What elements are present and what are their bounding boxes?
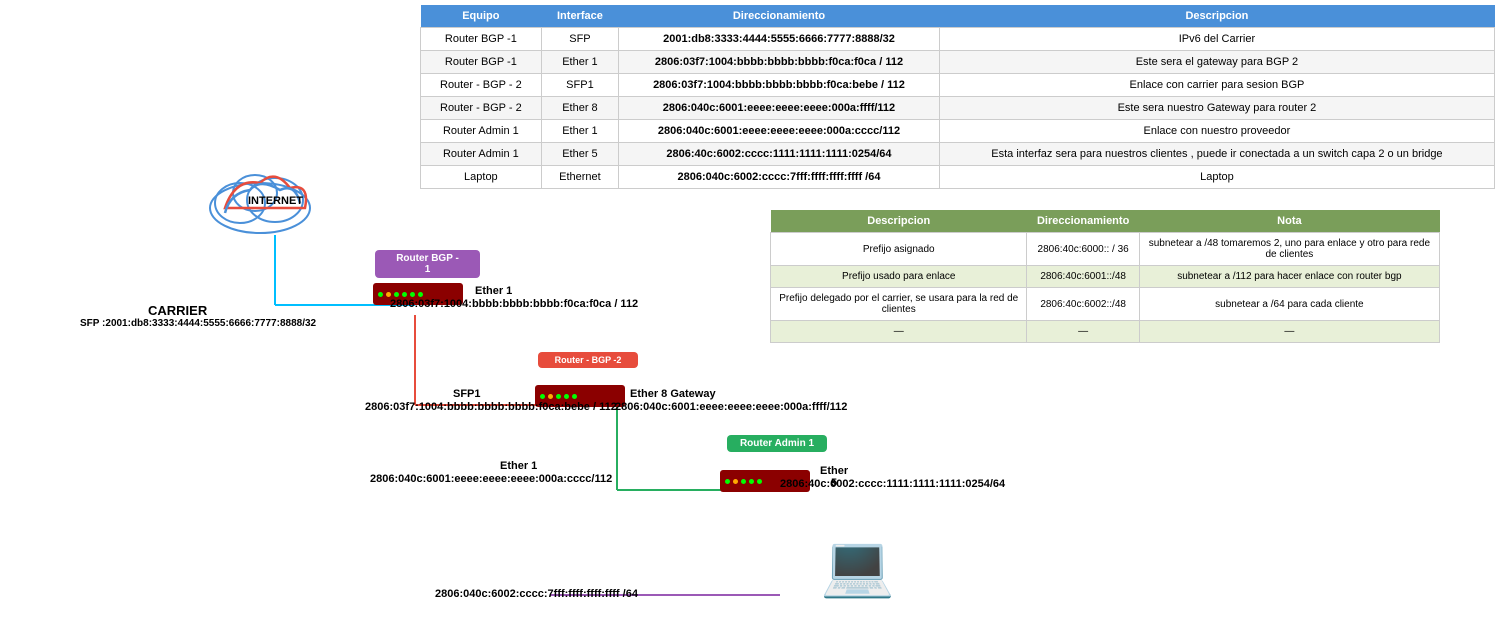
dot4 <box>402 292 407 297</box>
ether8-gateway-ip: 2806:040c:6001:eeee:eeee:eeee:000a:ffff/… <box>615 401 847 413</box>
cell-descripcion: Enlace con nuestro proveedor <box>939 120 1494 143</box>
ether1-bgp1-label: Ether 1 <box>475 285 512 297</box>
table-row: Prefijo asignado2806:40c:6000:: / 36subn… <box>771 233 1440 266</box>
cell-descripcion: Esta interfaz sera para nuestros cliente… <box>939 143 1494 166</box>
dot1 <box>378 292 383 297</box>
sfp1-bgp2-label: SFP1 <box>453 388 481 400</box>
table-row: Router BGP -1Ether 12806:03f7:1004:bbbb:… <box>421 51 1495 74</box>
router-bgp2-box: Router - BGP -2 <box>538 352 638 368</box>
cell2-direccionamiento: 2806:40c:6000:: / 36 <box>1027 233 1139 266</box>
dot2 <box>733 479 738 484</box>
cell-direccionamiento: 2001:db8:3333:4444:5555:6666:7777:8888/3… <box>619 28 940 51</box>
cell2-direccionamiento: — <box>1027 321 1139 343</box>
dot1 <box>540 394 545 399</box>
col-equipo: Equipo <box>421 5 542 28</box>
sfp1-bgp2-ip: 2806:03f7:1004:bbbb:bbbb:bbbb:f0ca:bebe … <box>365 401 617 413</box>
dot1 <box>725 479 730 484</box>
cell-equipo: Router - BGP - 2 <box>421 97 542 120</box>
dot4 <box>749 479 754 484</box>
table-row: Router - BGP - 2SFP12806:03f7:1004:bbbb:… <box>421 74 1495 97</box>
dot3 <box>741 479 746 484</box>
cell-descripcion: Este sera el gateway para BGP 2 <box>939 51 1494 74</box>
col2-descripcion: Descripcion <box>771 210 1027 233</box>
cell-descripcion: Enlace con carrier para sesion BGP <box>939 74 1494 97</box>
cell-equipo: Router BGP -1 <box>421 28 542 51</box>
dot6 <box>418 292 423 297</box>
dot5 <box>757 479 762 484</box>
col-descripcion: Descripcion <box>939 5 1494 28</box>
second-table: Descripcion Direccionamiento Nota Prefij… <box>770 210 1440 343</box>
cell-descripcion: Este sera nuestro Gateway para router 2 <box>939 97 1494 120</box>
col-direccionamiento: Direccionamiento <box>619 5 940 28</box>
dot5 <box>410 292 415 297</box>
cell-interface: Ether 1 <box>541 51 618 74</box>
diagram-svg <box>0 140 780 620</box>
table-row: Router - BGP - 2Ether 82806:040c:6001:ee… <box>421 97 1495 120</box>
cell-equipo: Router BGP -1 <box>421 51 542 74</box>
ether5-admin-ip: 2806:40c:6002:cccc:1111:1111:1111:0254/6… <box>780 478 1005 490</box>
carrier-label: CARRIER <box>148 303 207 318</box>
second-table-container: Descripcion Direccionamiento Nota Prefij… <box>770 210 1440 343</box>
cell-interface: SFP1 <box>541 74 618 97</box>
cell2-direccionamiento: 2806:40c:6001::/48 <box>1027 266 1139 288</box>
ether1-admin-ip: 2806:040c:6001:eeee:eeee:eeee:000a:cccc/… <box>370 473 612 485</box>
cell2-nota: subnetear a /48 tomaremos 2, uno para en… <box>1139 233 1439 266</box>
cell-descripcion: IPv6 del Carrier <box>939 28 1494 51</box>
table-row: Router BGP -1SFP2001:db8:3333:4444:5555:… <box>421 28 1495 51</box>
cell-interface: Ether 8 <box>541 97 618 120</box>
col-interface: Interface <box>541 5 618 28</box>
router-bgp2-label: Router - BGP -2 <box>555 355 622 365</box>
cell2-descripcion: — <box>771 321 1027 343</box>
dot2 <box>386 292 391 297</box>
internet-label: INTERNET <box>248 195 303 207</box>
cell-interface: SFP <box>541 28 618 51</box>
col2-direccionamiento: Direccionamiento <box>1027 210 1139 233</box>
table-row: Prefijo usado para enlace2806:40c:6001::… <box>771 266 1440 288</box>
cell2-descripcion: Prefijo delegado por el carrier, se usar… <box>771 288 1027 321</box>
dot2 <box>548 394 553 399</box>
router-bgp1-box: Router BGP -1 <box>375 250 480 278</box>
router-admin1-label: Router Admin 1 <box>740 438 814 449</box>
ether8-gateway-label: Ether 8 Gateway <box>630 388 716 400</box>
dot4 <box>564 394 569 399</box>
diagram-container: INTERNET CARRIER SFP :2001:db8:3333:4444… <box>0 140 780 620</box>
laptop-ip: 2806:040c:6002:cccc:7fff:ffff:ffff:ffff … <box>435 588 638 600</box>
cell2-descripcion: Prefijo usado para enlace <box>771 266 1027 288</box>
table-row: Prefijo delegado por el carrier, se usar… <box>771 288 1440 321</box>
cell2-nota: — <box>1139 321 1439 343</box>
ether1-admin-label: Ether 1 <box>500 460 537 472</box>
cell-equipo: Router - BGP - 2 <box>421 74 542 97</box>
router-bgp1-label: Router BGP -1 <box>396 253 459 275</box>
cell2-direccionamiento: 2806:40c:6002::/48 <box>1027 288 1139 321</box>
router-admin1-box: Router Admin 1 <box>727 435 827 452</box>
carrier-sfp-label: SFP :2001:db8:3333:4444:5555:6666:7777:8… <box>80 318 316 329</box>
cell2-descripcion: Prefijo asignado <box>771 233 1027 266</box>
col2-nota: Nota <box>1139 210 1439 233</box>
cell-direccionamiento: 2806:040c:6001:eeee:eeee:eeee:000a:ffff/… <box>619 97 940 120</box>
cell-direccionamiento: 2806:03f7:1004:bbbb:bbbb:bbbb:f0ca:f0ca … <box>619 51 940 74</box>
dot3 <box>556 394 561 399</box>
table-row: ——— <box>771 321 1440 343</box>
laptop-icon: 💻 <box>820 530 895 601</box>
cell-direccionamiento: 2806:03f7:1004:bbbb:bbbb:bbbb:f0ca:bebe … <box>619 74 940 97</box>
cell-descripcion: Laptop <box>939 166 1494 189</box>
cell2-nota: subnetear a /112 para hacer enlace con r… <box>1139 266 1439 288</box>
dot3 <box>394 292 399 297</box>
ether1-bgp1-ip: 2806:03f7:1004:bbbb:bbbb:bbbb:f0ca:f0ca … <box>390 298 638 310</box>
dot5 <box>572 394 577 399</box>
cell2-nota: subnetear a /64 para cada cliente <box>1139 288 1439 321</box>
